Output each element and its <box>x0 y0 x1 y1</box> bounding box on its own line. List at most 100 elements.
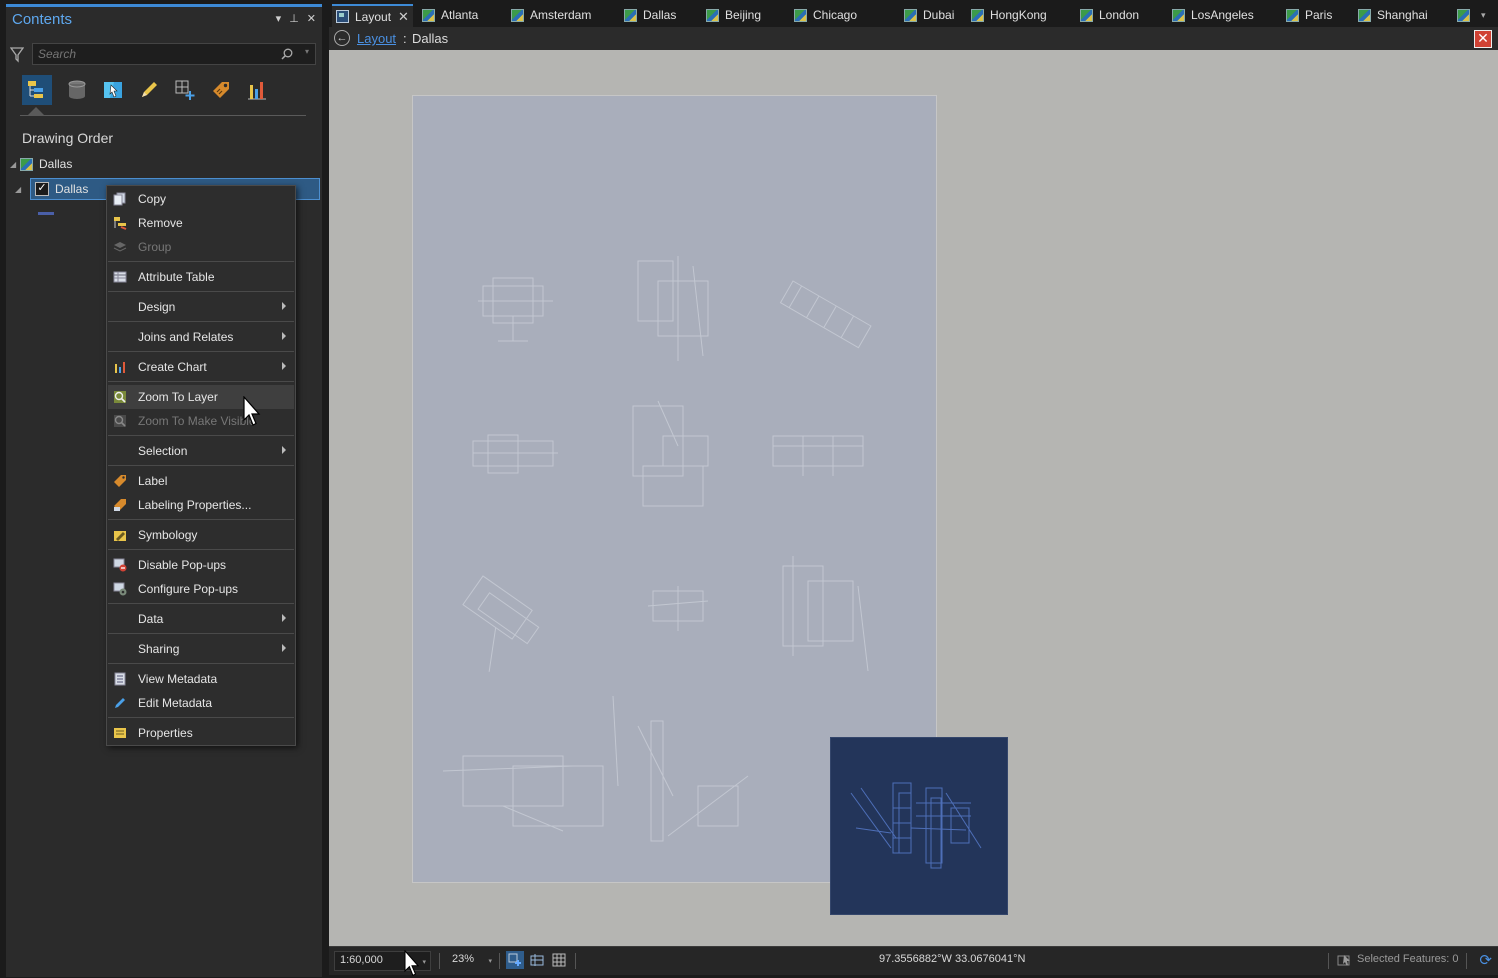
map-icon <box>1358 8 1371 22</box>
menu-item-label: Selection <box>138 444 188 458</box>
zoom-to-layer-icon <box>112 389 128 405</box>
contents-toolbar <box>20 75 306 116</box>
menu-item-label: Create Chart <box>138 360 207 374</box>
menu-item-labeling-properties[interactable]: Labeling Properties... <box>108 493 294 517</box>
menu-item-configure-pop-ups[interactable]: Configure Pop-ups <box>108 577 294 601</box>
list-by-drawing-order-icon[interactable] <box>22 75 52 105</box>
menu-separator <box>108 717 294 718</box>
map-tree-item[interactable]: ◢ Dallas <box>10 153 72 175</box>
menu-item-attribute-table[interactable]: Attribute Table <box>108 265 294 289</box>
menu-item-selection[interactable]: Selection <box>108 439 294 463</box>
list-by-source-icon[interactable] <box>62 75 92 105</box>
expand-collapse-icon[interactable]: ◢ <box>10 160 20 169</box>
tab-atlanta[interactable]: Atlanta <box>422 5 478 25</box>
tab-hongkong[interactable]: HongKong <box>971 5 1047 25</box>
tab-overflow[interactable] <box>1457 5 1476 25</box>
tab-dallas[interactable]: Dallas <box>624 5 676 25</box>
scale-value: 1:60,000 <box>340 954 383 966</box>
list-by-labeling-icon[interactable] <box>206 75 236 105</box>
menu-item-sharing[interactable]: Sharing <box>108 637 294 661</box>
inset-map-features <box>850 782 982 869</box>
close-activated-map-icon[interactable]: ✕ <box>1474 30 1492 48</box>
divider <box>575 953 576 969</box>
divider <box>1466 953 1467 969</box>
selected-features-icon <box>1337 952 1353 968</box>
layer-name: Dallas <box>55 182 89 196</box>
menu-item-label[interactable]: Label <box>108 469 294 493</box>
list-by-editing-icon[interactable] <box>134 75 164 105</box>
tab-paris[interactable]: Paris <box>1286 5 1332 25</box>
menu-item-data[interactable]: Data <box>108 607 294 631</box>
search-icon[interactable] <box>281 48 293 60</box>
menu-separator <box>108 435 294 436</box>
menu-item-label: Data <box>138 612 164 626</box>
tab-amsterdam[interactable]: Amsterdam <box>511 5 591 25</box>
menu-separator <box>108 321 294 322</box>
scale-selector[interactable]: 1:60,000 ▾ <box>334 951 431 971</box>
snapping-toggle-icon[interactable] <box>506 951 524 969</box>
menu-item-view-metadata[interactable]: View Metadata <box>108 667 294 691</box>
layer-visibility-checkbox[interactable]: ✓ <box>35 182 49 196</box>
close-tab-icon[interactable]: ✕ <box>398 9 409 25</box>
tab-label: Chicago <box>813 8 858 22</box>
zoom-to-visible-icon <box>112 413 128 429</box>
tab-london[interactable]: London <box>1080 5 1139 25</box>
layout-page[interactable] <box>412 95 1008 915</box>
back-arrow-icon[interactable]: ← <box>334 30 350 46</box>
list-by-charts-icon[interactable] <box>242 75 272 105</box>
zoom-selector[interactable]: 23% ▾ <box>446 951 496 971</box>
divider <box>1328 953 1329 969</box>
zoom-dropdown-icon[interactable]: ▾ <box>488 957 492 965</box>
copy-icon <box>112 191 128 207</box>
configure-popups-icon <box>112 581 128 597</box>
layout-view[interactable] <box>329 50 1498 946</box>
tab-label: Shanghai <box>1377 8 1428 22</box>
menu-item-design[interactable]: Design <box>108 295 294 319</box>
tab-dubai[interactable]: Dubai <box>904 5 954 25</box>
tab-label: LosAngeles <box>1191 8 1254 22</box>
menu-item-joins-and-relates[interactable]: Joins and Relates <box>108 325 294 349</box>
list-by-selection-icon[interactable] <box>98 75 128 105</box>
view-metadata-icon <box>112 671 128 687</box>
tab-layout[interactable]: Layout ✕ <box>332 4 413 27</box>
view-tab-bar: Layout ✕ Atlanta Amsterdam Dallas Beijin… <box>329 4 1498 27</box>
menu-item-create-chart[interactable]: Create Chart <box>108 355 294 379</box>
filter-icon[interactable] <box>10 47 24 63</box>
selected-features-count: Selected Features: 0 <box>1357 953 1459 965</box>
menu-item-disable-pop-ups[interactable]: Disable Pop-ups <box>108 553 294 577</box>
map-name: Dallas <box>39 157 73 171</box>
search-box[interactable]: ▾ <box>32 43 316 65</box>
refresh-icon[interactable]: ⟳ <box>1479 951 1492 969</box>
grid-toggle-icon[interactable] <box>550 951 568 969</box>
tab-shanghai[interactable]: Shanghai <box>1358 5 1428 25</box>
scale-dropdown-icon[interactable]: ▾ <box>422 958 426 966</box>
auto-hide-pin-icon[interactable]: ⊥ <box>289 12 299 25</box>
search-options-icon[interactable]: ▾ <box>305 47 309 56</box>
tab-chicago[interactable]: Chicago <box>794 5 857 25</box>
menu-item-label: Zoom To Make Visible <box>138 414 256 428</box>
inset-map-frame[interactable] <box>830 737 1008 915</box>
tab-label: Paris <box>1305 8 1333 22</box>
map-icon <box>1080 8 1093 22</box>
guides-toggle-icon[interactable] <box>528 951 546 969</box>
submenu-arrow-icon <box>282 446 286 454</box>
menu-separator <box>108 351 294 352</box>
search-input[interactable] <box>33 44 283 64</box>
tab-beijing[interactable]: Beijing <box>706 5 761 25</box>
menu-item-copy[interactable]: Copy <box>108 187 294 211</box>
tab-list-dropdown-icon[interactable]: ▾ <box>1481 5 1486 25</box>
toolbar-pointer <box>28 107 44 115</box>
menu-item-zoom-to-layer[interactable]: Zoom To Layer <box>108 385 294 409</box>
menu-item-remove[interactable]: Remove <box>108 211 294 235</box>
group-icon <box>112 239 128 255</box>
list-by-snapping-icon[interactable] <box>170 75 200 105</box>
map-icon <box>904 8 917 22</box>
layer-expand-icon[interactable]: ◢ <box>15 185 25 194</box>
pane-options-icon[interactable]: ▾ <box>276 12 282 25</box>
menu-item-symbology[interactable]: Symbology <box>108 523 294 547</box>
menu-item-properties[interactable]: Properties <box>108 721 294 745</box>
close-pane-icon[interactable]: ✕ <box>307 12 316 25</box>
tab-losangeles[interactable]: LosAngeles <box>1172 5 1254 25</box>
menu-item-edit-metadata[interactable]: Edit Metadata <box>108 691 294 715</box>
breadcrumb-layout-link[interactable]: Layout <box>357 31 396 46</box>
